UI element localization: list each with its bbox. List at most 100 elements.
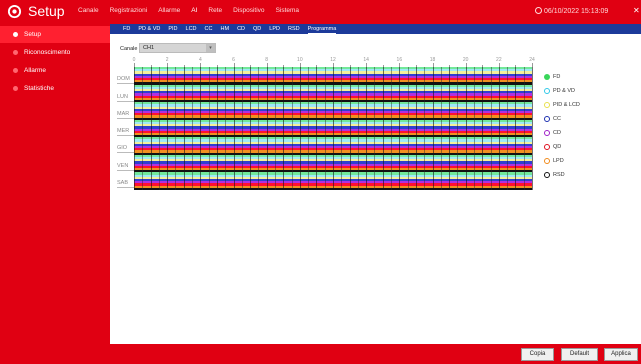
- subtab[interactable]: CC: [205, 24, 213, 34]
- subtab[interactable]: RSD: [288, 24, 300, 34]
- sidebar-item[interactable]: Riconoscimento: [0, 44, 110, 61]
- grid-line: [465, 67, 467, 190]
- grid-line: [233, 67, 235, 190]
- sidebar-item[interactable]: Setup: [0, 26, 110, 43]
- day-divider: [117, 170, 134, 171]
- top-nav-item[interactable]: Rete: [208, 6, 222, 16]
- grid-line: [399, 67, 401, 190]
- chevron-down-icon: ▾: [206, 44, 215, 52]
- grid-line: [208, 67, 210, 190]
- grid-line: [175, 67, 177, 190]
- day-divider: [117, 83, 134, 84]
- subtab[interactable]: LCD: [186, 24, 197, 34]
- grid-line: [407, 67, 409, 190]
- day-divider: [117, 135, 134, 136]
- grid-line: [333, 67, 334, 190]
- clock-icon: [535, 7, 542, 14]
- subtab[interactable]: Programma: [307, 24, 337, 34]
- apply-button[interactable]: Applica: [604, 348, 638, 361]
- day-label[interactable]: MER: [117, 128, 129, 134]
- subtab[interactable]: PD & VD: [138, 24, 160, 34]
- top-nav-item[interactable]: Canale: [78, 6, 99, 16]
- subtab[interactable]: HM: [221, 24, 230, 34]
- day-label[interactable]: DOM: [117, 76, 130, 82]
- grid-line: [498, 67, 500, 190]
- schedule-grid[interactable]: [134, 67, 533, 191]
- grid-line: [167, 67, 169, 190]
- subtab[interactable]: FD: [123, 24, 130, 34]
- copy-button[interactable]: Copia: [521, 348, 554, 361]
- grid-line: [490, 67, 492, 190]
- sidebar-item-label: Statistiche: [24, 85, 54, 92]
- grid-line: [308, 67, 310, 190]
- grid-line: [283, 67, 285, 190]
- legend-circle-icon: [544, 74, 550, 80]
- sidebar-item[interactable]: Statistiche: [0, 80, 110, 97]
- legend-label: CD: [553, 130, 561, 136]
- bullet-icon: [13, 50, 18, 55]
- datetime-text: 06/10/2022 15:13:09: [544, 8, 609, 15]
- grid-line: [200, 67, 202, 190]
- datetime-display: 06/10/2022 15:13:09: [535, 7, 608, 15]
- subtab[interactable]: CD: [237, 24, 245, 34]
- grid-line: [457, 67, 459, 190]
- grid-line: [241, 67, 243, 190]
- top-nav-item[interactable]: Sistema: [276, 6, 299, 16]
- grid-line: [158, 67, 160, 190]
- top-nav-item[interactable]: Dispositivo: [233, 6, 264, 16]
- grid-line: [349, 67, 351, 190]
- top-navigation: Canale Registrazioni Allarme AI Rete Disposit…: [78, 6, 310, 16]
- grid-line: [192, 67, 194, 190]
- close-icon[interactable]: ✕: [633, 6, 640, 15]
- sidebar-item-label: Allarme: [24, 67, 47, 74]
- app-title: Setup: [28, 3, 65, 19]
- subtab[interactable]: PID: [168, 24, 177, 34]
- day-divider: [117, 152, 134, 153]
- grid-line: [216, 67, 218, 190]
- top-nav-item[interactable]: Allarme: [158, 6, 180, 16]
- grid-line: [415, 67, 417, 190]
- grid-line: [374, 67, 376, 190]
- channel-label: Canale: [120, 46, 138, 52]
- sidebar: Setup Riconoscimento Allarme Statistiche: [0, 24, 110, 364]
- grid-line: [324, 67, 326, 190]
- legend-label: QD: [553, 144, 562, 150]
- channel-select[interactable]: CH1 ▾: [139, 43, 216, 53]
- subtab[interactable]: LPD: [269, 24, 280, 34]
- day-label[interactable]: GIO: [117, 145, 127, 151]
- legend-label: FD: [553, 74, 561, 80]
- bottom-bar: Copia Default Applica: [110, 344, 641, 364]
- sidebar-item[interactable]: Allarme: [0, 62, 110, 79]
- day-label[interactable]: VEN: [117, 163, 128, 169]
- grid-line: [150, 67, 152, 190]
- bullet-icon: [13, 86, 18, 91]
- legend-label: PID & LCD: [553, 102, 580, 108]
- legend-circle-icon: [544, 88, 550, 94]
- default-button[interactable]: Default: [561, 348, 598, 361]
- day-label[interactable]: MAR: [117, 111, 129, 117]
- legend-circle-icon: [544, 158, 550, 164]
- grid-line: [183, 67, 185, 190]
- app-window: Setup Canale Registrazioni Allarme AI Rete Di…: [0, 0, 641, 364]
- day-label[interactable]: LUN: [117, 94, 128, 100]
- legend-circle-icon: [544, 130, 550, 136]
- grid-line: [424, 67, 426, 190]
- grid-line: [515, 67, 517, 190]
- grid-line: [341, 67, 343, 190]
- legend-circle-icon: [544, 144, 550, 150]
- day-divider: [117, 101, 134, 102]
- top-nav-item[interactable]: Registrazioni: [110, 6, 148, 16]
- channel-value: CH1: [143, 45, 155, 51]
- day-label[interactable]: SAB: [117, 180, 128, 186]
- bullet-icon: [13, 68, 18, 73]
- grid-line: [291, 67, 293, 190]
- grid-line: [357, 67, 359, 190]
- subtab[interactable]: QD: [253, 24, 261, 34]
- top-bar: Setup Canale Registrazioni Allarme AI Rete Di…: [0, 0, 641, 24]
- day-divider: [117, 118, 134, 119]
- day-divider: [117, 187, 134, 188]
- top-nav-item[interactable]: AI: [191, 6, 197, 16]
- grid-line: [507, 67, 509, 190]
- legend-label: PD & VD: [553, 88, 576, 94]
- grid-line: [134, 67, 135, 190]
